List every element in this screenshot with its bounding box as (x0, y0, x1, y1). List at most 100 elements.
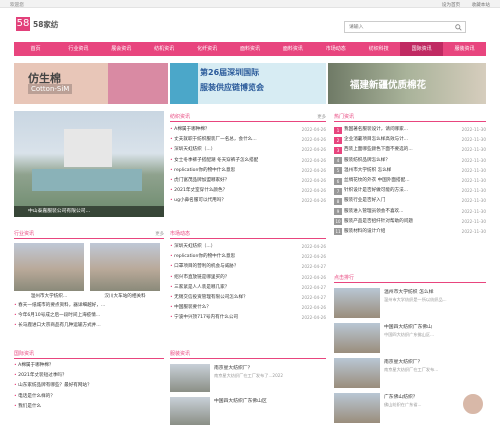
thumb-caption: 汉川大车站的相关料 (104, 294, 146, 299)
international-list: A棉属于哪种棉？ 2021年丈装短过季吗？ 山东家纺品牌有哪些？最好有网站？ 电… (14, 361, 164, 412)
market-header: 市场动态 (170, 228, 326, 239)
list-item[interactable]: 虎门富茂品牌加盟哪家好？2022-04-26 (170, 176, 326, 186)
list-item[interactable]: 3 西装上面哪些颜色下面不要选的... 2022-11-30 (334, 145, 486, 155)
list-item[interactable]: 春天一纸城市的要点资料，器详细越好，... (14, 301, 164, 311)
top-links: 设为首页 收藏本站 (432, 2, 490, 8)
banner-cotton[interactable]: 仿生棉 Cotton-SiM (14, 63, 168, 104)
list-item[interactable]: 6 丝绸花纹的外衣 中国外面搭配... 2022-11-30 (334, 176, 486, 186)
set-homepage-link[interactable]: 设为首页 (442, 3, 460, 8)
market-title: 市场动态 (170, 231, 191, 237)
thumb-image (90, 243, 160, 291)
thumb-image (14, 243, 84, 291)
recommend-item-title: 中国四大纺织广东佛山 (384, 325, 432, 330)
list-item[interactable]: 我们是什么 (14, 402, 164, 412)
nav-item-fiber[interactable]: 化纤资讯 (186, 42, 229, 56)
industry-header: 行业资讯 更多 (14, 228, 164, 239)
industry-title: 行业资讯 (14, 231, 35, 237)
apparel-item-title: 中国四大纺织广东佛山区 (214, 399, 267, 404)
recommend-title: 点击排行 (334, 275, 355, 281)
logo-text: 58家纺 (33, 19, 59, 29)
banner-cotton-field[interactable]: 福建新疆优质棉花 (328, 63, 486, 104)
apparel-item[interactable]: 南京星大纺织厂？ 南京星大纺织厂在工厂发布了...2022 (170, 364, 326, 392)
search-input[interactable] (345, 22, 445, 32)
photo-pond (32, 169, 142, 191)
list-item[interactable]: 口罩项目的营利的机会与威胁？2022-04-27 (170, 262, 326, 272)
apparel-item-title: 南京星大纺织厂？ (214, 366, 253, 371)
industry-more-link[interactable]: 更多 (155, 231, 164, 237)
list-item[interactable]: 11 服装材料的设计介绍 2022-11-30 (334, 227, 486, 237)
list-item[interactable]: 宁波中兴顶717号内有什么公司2022-04-26 (170, 313, 326, 323)
list-item[interactable]: replication你的物中什么意思2022-04-26 (170, 252, 326, 262)
list-item[interactable]: 三家紧是人人装是哪几家？2022-04-27 (170, 283, 326, 293)
nav-item-machinery[interactable]: 纺机资讯 (143, 42, 186, 56)
list-item[interactable]: 9 服装进入管理员领会不喜欢... 2022-11-30 (334, 207, 486, 217)
recommend-thumb (334, 323, 380, 353)
nav-item-international[interactable]: 国际资讯 (400, 42, 444, 56)
industry-section: 行业资讯 更多 温州市大学纺织... 汉川大车站的相关料 春天一纸城市的要点资料… (14, 228, 164, 332)
featured-photo[interactable]: 中山泰嘉服装公司有限公司... (14, 111, 164, 217)
photo-building (64, 129, 112, 167)
list-item[interactable]: 1 我国著名服装设计，请问哪家... 2022-11-30 (334, 125, 486, 135)
list-item[interactable]: 2 企业消暑项目怎么样高效与计... 2022-11-30 (334, 135, 486, 145)
list-item[interactable]: 7 针织设计是否好做可能的方法... 2022-11-30 (334, 186, 486, 196)
nav-item-home[interactable]: 首页 (14, 42, 57, 56)
recommend-item[interactable]: 南京星大纺织厂？ 南京星大纺织厂在工厂发布... (334, 358, 486, 388)
news-list: A棉属于哪种棉？2022-04-26 丈夫就职于纺织服装厂一名总，会什么...2… (170, 125, 326, 207)
banner-expo-deco (170, 63, 198, 104)
apparel-section: 服装资讯 南京星大纺织厂？ 南京星大纺织厂在工厂发布了...2022 中国四大纺… (170, 348, 326, 425)
banner-cotton-sub: Cotton-SiM (28, 84, 73, 94)
nav-item-fabric[interactable]: 面料资讯 (229, 42, 272, 56)
list-item[interactable]: ug小鼻名服可以代用吗？2022-04-26 (170, 196, 326, 206)
list-item[interactable]: 2021年丈装短过季吗？ (14, 371, 164, 381)
list-item[interactable]: 长马鹿进口大宗商品有几种运输方式并... (14, 321, 164, 331)
list-item[interactable]: A棉属于哪种棉？2022-04-26 (170, 125, 326, 135)
nav-item-fabric-2[interactable]: 面料资讯 (271, 42, 314, 56)
list-item[interactable]: 丈夫就职于纺织服装厂一名总，会什么...2022-04-26 (170, 135, 326, 145)
logo-mark: 58 (16, 17, 30, 31)
list-item[interactable]: 2021年丈室穿什么颜色？2022-04-26 (170, 186, 326, 196)
recommend-thumb (334, 393, 380, 423)
nav-item-market[interactable]: 市场动态 (314, 42, 357, 56)
list-item[interactable]: replication你的物中什么意思2022-04-26 (170, 166, 326, 176)
industry-list: 春天一纸城市的要点资料，器详细越好，... 今年6月10号成之后一段时间上海疫情… (14, 301, 164, 332)
nav-item-tech[interactable]: 纺织科技 (357, 42, 400, 56)
bookmark-link[interactable]: 收藏本站 (472, 3, 490, 8)
site-logo[interactable]: 58 58家纺 (16, 17, 58, 31)
list-item[interactable]: 今年6月10号成之后一段时间上海疫情... (14, 311, 164, 321)
list-item[interactable]: 山东家纺品牌有哪些？最好有网站？ (14, 381, 164, 391)
industry-thumb[interactable]: 汉川大车站的相关料 (90, 243, 160, 299)
list-item[interactable]: 5 温州市大学纺织 怎么样 2022-11-30 (334, 166, 486, 176)
chat-avatar[interactable] (462, 393, 484, 415)
list-item[interactable]: 无锡交信投资管理有限公司怎么样？2022-04-27 (170, 293, 326, 303)
list-item[interactable]: 10 服装产品是否招纤针对帮助的问题 2022-11-30 (334, 217, 486, 227)
search-button[interactable] (451, 22, 465, 32)
news-more-link[interactable]: 更多 (317, 114, 326, 120)
list-item[interactable]: 深圳天虹纺织（...）2022-04-26 (170, 145, 326, 155)
list-item[interactable]: 4 服装纺织品牌怎么样？ 2022-11-30 (334, 156, 486, 166)
search-box (344, 21, 466, 33)
industry-thumb[interactable]: 温州市大学纺织... (14, 243, 84, 299)
list-item[interactable]: A棉属于哪种棉？ (14, 361, 164, 371)
recommend-header: 点击排行 (334, 272, 486, 283)
list-item[interactable]: 中国服装要什么？2022-04-26 (170, 303, 326, 313)
apparel-item[interactable]: 中国四大纺织广东佛山区 (170, 397, 326, 425)
nav-item-expo[interactable]: 展会资讯 (100, 42, 143, 56)
nav-item-apparel[interactable]: 服装资讯 (443, 42, 486, 56)
list-item[interactable]: 绍兴市直放链是哪里买的？2022-04-26 (170, 273, 326, 283)
top-bar: 欢迎您 设为首页 收藏本站 (0, 0, 500, 8)
hot-title: 热门资讯 (334, 114, 355, 120)
list-item[interactable]: 深圳天虹纺织（...）2022-04-26 (170, 242, 326, 252)
apparel-thumb (170, 364, 210, 392)
banner-expo[interactable]: 第26届深圳国际 服装供应链博览会 (170, 63, 326, 104)
market-section: 市场动态 深圳天虹纺织（...）2022-04-26 replication你的… (170, 228, 326, 324)
recommend-item[interactable]: 温州市大学纺织 怎么样 温州市大学纺织是一所以纺织品... (334, 288, 486, 318)
list-item[interactable]: 8 服装行业是否好入门 2022-11-30 (334, 196, 486, 206)
nav-item-industry[interactable]: 行业资讯 (57, 42, 100, 56)
banner-field-title: 福建新疆优质棉花 (350, 80, 427, 91)
list-item[interactable]: 女士冬季裤子搭配潮 冬天穿裤子怎么搭配2022-04-26 (170, 156, 326, 166)
welcome-text: 欢迎您 (10, 2, 24, 8)
market-list: 深圳天虹纺织（...）2022-04-26 replication你的物中什么意… (170, 242, 326, 324)
recommend-item[interactable]: 中国四大纺织广东佛山 中国四大纺织广东佛山区... (334, 323, 486, 353)
recommend-item-title: 广东佛山纺织？ (384, 395, 418, 400)
list-item[interactable]: 电话是什么样的？ (14, 392, 164, 402)
